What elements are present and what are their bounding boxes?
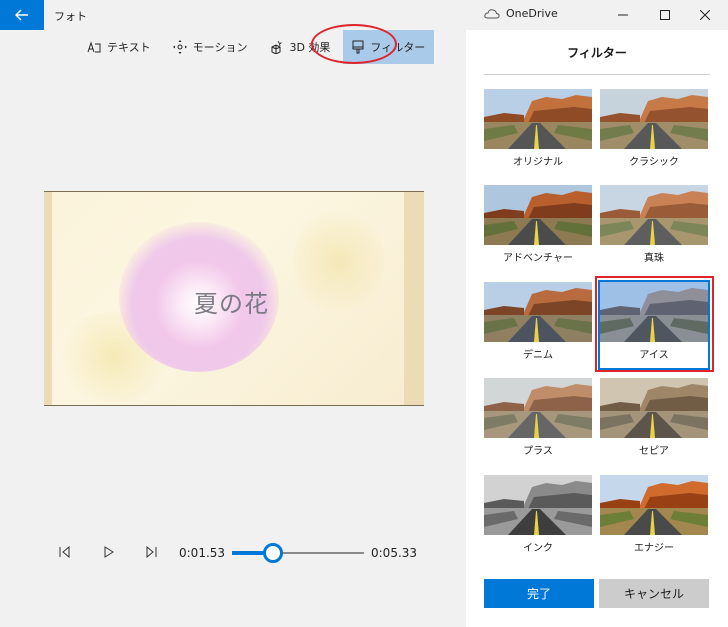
filter-option-denim[interactable]: デニム xyxy=(484,282,592,368)
filter-option-energy[interactable]: エナジー xyxy=(600,475,708,561)
letterbox-right xyxy=(404,192,424,405)
filter-label: インク xyxy=(523,543,553,554)
onedrive-status[interactable]: OneDrive xyxy=(484,7,558,20)
filter-label: 真珠 xyxy=(644,253,664,264)
filter-label: クラシック xyxy=(629,157,679,168)
maximize-icon xyxy=(660,10,670,20)
filter-thumbnail xyxy=(484,378,592,438)
filter-label: エナジー xyxy=(634,543,674,554)
filter-label: デニム xyxy=(523,350,553,361)
motion-tool-button[interactable]: モーション xyxy=(164,30,257,64)
filter-thumbnail xyxy=(484,89,592,149)
text-tool-button[interactable]: テキスト xyxy=(78,30,160,64)
app-title: フォト xyxy=(54,10,87,23)
motion-icon xyxy=(172,40,187,54)
filter-option-pearl[interactable]: 真珠 xyxy=(600,185,708,271)
letterbox-left xyxy=(44,192,52,405)
filter-option-plus[interactable]: プラス xyxy=(484,378,592,464)
filter-thumbnail xyxy=(484,475,592,535)
previous-frame-icon[interactable] xyxy=(59,546,71,558)
onedrive-label: OneDrive xyxy=(506,7,558,20)
highlight-ellipse xyxy=(311,24,397,64)
filter-label: アドベンチャー xyxy=(503,253,573,264)
filter-option-adventure[interactable]: アドベンチャー xyxy=(484,185,592,271)
done-button[interactable]: 完了 xyxy=(484,579,594,608)
filter-option-sepia[interactable]: セピア xyxy=(600,378,708,464)
close-icon xyxy=(700,10,710,20)
filter-label: セピア xyxy=(639,446,669,457)
text-tool-label: テキスト xyxy=(107,41,151,54)
play-icon[interactable] xyxy=(103,546,115,558)
video-preview: 夏の花 xyxy=(44,191,424,406)
filter-thumbnail xyxy=(600,475,708,535)
panel-divider xyxy=(484,74,710,75)
panel-title: フィルター xyxy=(567,46,627,60)
minimize-button[interactable] xyxy=(600,0,646,30)
filter-thumbnail xyxy=(484,185,592,245)
filter-thumbnail xyxy=(600,185,708,245)
next-frame-icon[interactable] xyxy=(145,546,157,558)
close-button[interactable] xyxy=(682,0,728,30)
text-icon xyxy=(87,41,101,53)
preview-caption: 夏の花 xyxy=(194,290,269,318)
filter-option-ink[interactable]: インク xyxy=(484,475,592,561)
filter-label: プラス xyxy=(523,446,553,457)
cloud-icon xyxy=(484,9,500,19)
filter-option-classic[interactable]: クラシック xyxy=(600,89,708,175)
filter-option-original[interactable]: オリジナル xyxy=(484,89,592,175)
minimize-icon xyxy=(618,14,628,16)
filter-thumbnail xyxy=(600,89,708,149)
back-arrow-icon xyxy=(15,9,28,21)
motion-tool-label: モーション xyxy=(192,41,248,54)
3d-effects-icon xyxy=(271,40,283,54)
filter-thumbnail xyxy=(484,282,592,342)
filter-thumbnail xyxy=(600,378,708,438)
seek-thumb[interactable] xyxy=(262,543,283,563)
current-time: 0:01.53 xyxy=(179,546,226,560)
back-button[interactable] xyxy=(0,0,44,30)
filter-label: オリジナル xyxy=(513,157,563,168)
background-blur xyxy=(294,202,384,322)
highlight-rectangle xyxy=(595,276,714,372)
cancel-button[interactable]: キャンセル xyxy=(599,579,709,608)
total-time: 0:05.33 xyxy=(371,546,418,560)
